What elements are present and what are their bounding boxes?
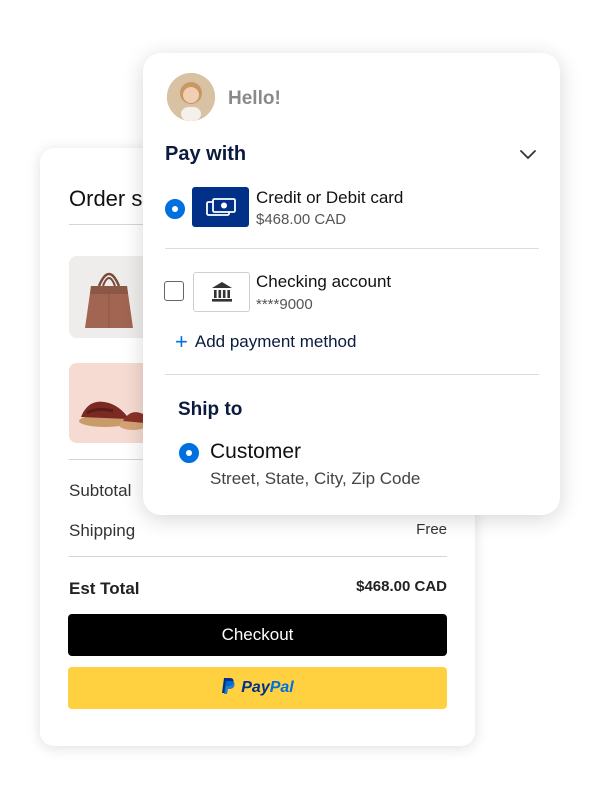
- ship-address-radio[interactable]: [179, 443, 199, 463]
- paypal-logo-icon: [221, 677, 235, 699]
- product-image-handbag[interactable]: [69, 256, 149, 338]
- card-icon: [192, 187, 249, 227]
- pay-with-heading: Pay with: [165, 143, 247, 165]
- chevron-down-icon[interactable]: [519, 147, 537, 161]
- shipping-label: Shipping: [69, 521, 136, 540]
- checking-account-number: ****9000: [256, 296, 313, 313]
- greeting: Hello!: [228, 88, 281, 109]
- checkout-button[interactable]: Checkout: [68, 614, 447, 656]
- add-payment-method-label: Add payment method: [194, 332, 357, 351]
- divider: [165, 374, 539, 375]
- credit-card-title[interactable]: Credit or Debit card: [256, 188, 403, 208]
- divider: [165, 248, 539, 249]
- order-summary-title: Order s: [69, 186, 143, 211]
- ship-to-address: Street, State, City, Zip Code: [210, 469, 421, 488]
- subtotal-label: Subtotal: [69, 481, 132, 500]
- ship-to-name[interactable]: Customer: [210, 440, 301, 464]
- bank-icon: [193, 272, 250, 312]
- add-payment-method-link[interactable]: + Add payment method: [175, 329, 357, 354]
- est-total-value: $468.00 CAD: [356, 578, 447, 595]
- est-total-label: Est Total: [69, 579, 140, 598]
- credit-card-radio[interactable]: [165, 199, 185, 219]
- avatar[interactable]: [167, 73, 215, 121]
- checking-account-title[interactable]: Checking account: [256, 272, 391, 292]
- plus-icon: +: [175, 329, 188, 354]
- checking-account-checkbox[interactable]: [164, 281, 184, 301]
- shipping-value: Free: [416, 521, 447, 538]
- paypal-button[interactable]: PayPal: [68, 667, 447, 709]
- product-image-sandals[interactable]: [69, 363, 149, 443]
- credit-card-amount: $468.00 CAD: [256, 211, 347, 228]
- paypal-wordmark: PayPal: [241, 679, 294, 696]
- ship-to-heading: Ship to: [178, 399, 243, 420]
- divider: [69, 556, 447, 557]
- payment-popover: Hello! Pay with Credit or Debit card $46…: [143, 53, 560, 515]
